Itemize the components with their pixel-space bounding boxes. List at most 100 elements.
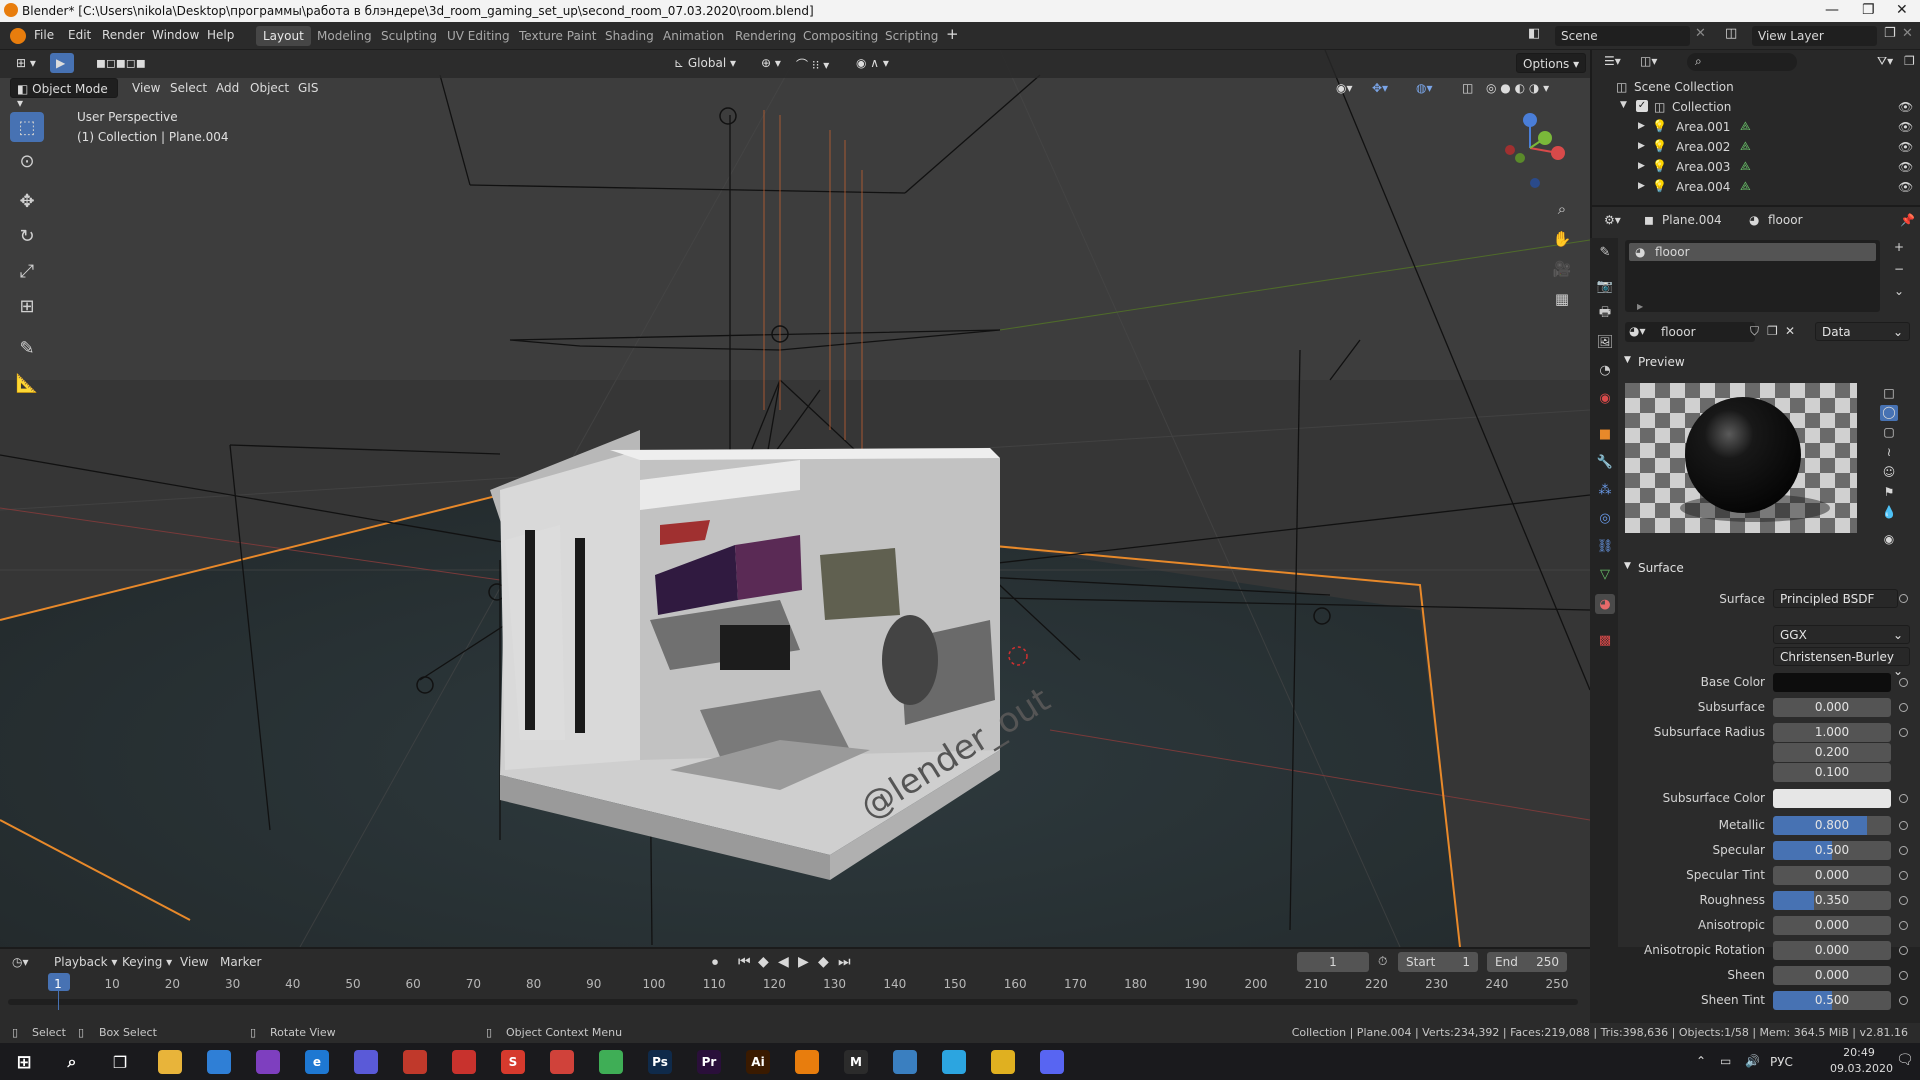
cloth-preview-icon[interactable]: ⚑ [1880,485,1898,501]
editor-type-icon[interactable]: ⊞ ▾ [10,53,42,73]
sphere-preview-icon[interactable]: ◯ [1880,405,1898,421]
tab-layout[interactable]: Layout [256,26,311,46]
perspective-toggle-icon[interactable]: ▦ [1549,286,1575,312]
keyframe-dot-icon[interactable] [1899,728,1908,737]
premiere-icon[interactable]: Pr [697,1050,721,1074]
tab-scripting[interactable]: Scripting [878,26,945,46]
eye-icon[interactable]: 👁 [1898,120,1913,134]
menu-playback[interactable]: Playback ▾ [54,955,117,969]
remove-slot-icon[interactable]: − [1894,262,1904,276]
gizmo-toggle-icon[interactable]: ✥▾ [1366,78,1394,98]
physics-tab-icon[interactable]: ◎ [1595,508,1615,528]
maximize-icon[interactable]: ❐ [1862,2,1875,18]
notifications-icon[interactable]: 🗨 [1896,1052,1914,1068]
keyframe-dot-icon[interactable] [1899,871,1908,880]
clock-time[interactable]: 20:49 [1830,1046,1888,1059]
expand-icon[interactable]: ▶ [1637,302,1643,311]
material-slot-list[interactable]: ◕ flooor ▶ [1625,240,1880,312]
slot-menu-icon[interactable]: ⌄ [1894,284,1904,298]
particles-tab-icon[interactable]: ⁂ [1595,480,1615,500]
task-view-icon[interactable]: ❐ [108,1050,132,1074]
new-collection-icon[interactable]: ❐ [1904,54,1915,68]
collapse-icon[interactable]: ▼ [1624,355,1631,365]
sketchup-icon[interactable]: S [501,1050,525,1074]
windows-start-icon[interactable]: ⊞ [12,1050,36,1074]
game-app-icon[interactable] [354,1050,378,1074]
menu-marker[interactable]: Marker [220,955,261,969]
view-layer-field[interactable]: View Layer [1752,26,1877,46]
keyframe-dot-icon[interactable] [1899,678,1908,687]
play-reverse-icon[interactable]: ◀ [778,954,789,970]
edge-icon[interactable]: e [305,1050,329,1074]
jump-end-icon[interactable]: ⏭ [838,954,851,970]
monkey-preview-icon[interactable]: ☺ [1880,465,1898,481]
discord-icon[interactable] [1040,1050,1064,1074]
expand-icon[interactable]: ▶ [1638,181,1645,191]
menu-select[interactable]: Select [164,78,213,98]
expand-icon[interactable]: ▶ [1638,161,1645,171]
anisotropic-field[interactable]: 0.000 [1773,916,1891,935]
list-item[interactable]: ▶ 💡 Area.003 ⟁ 👁 [1592,158,1920,178]
material-datablock-field[interactable]: ◕▾ flooor [1625,322,1755,342]
blender-menu-icon[interactable] [10,28,26,44]
minimize-icon[interactable]: — [1825,2,1839,18]
menu-add[interactable]: Add [210,78,245,98]
timeline-editor-icon[interactable]: ◷▾ [12,955,29,969]
record-icon[interactable]: ⏺ [712,955,718,970]
photoshop-icon[interactable]: Ps [648,1050,672,1074]
keyframe-dot-icon[interactable] [1899,594,1908,603]
options-button[interactable]: Options ▾ [1516,53,1587,73]
select-box-modes-icon[interactable]: ◼◻◼◻◼ [90,53,180,73]
current-frame-field[interactable]: 1 [1297,952,1369,972]
cube-preview-icon[interactable]: ▢ [1880,425,1898,441]
list-item[interactable]: ▶ 💡 Area.002 ⟁ 👁 [1592,138,1920,158]
unlink-material-icon[interactable]: ✕ [1785,324,1795,338]
eye-icon[interactable]: 👁 [1898,100,1913,114]
play-icon[interactable]: ▶ [798,954,809,970]
expand-icon[interactable]: ▶ [1638,141,1645,151]
list-item[interactable]: ▶ 💡 Area.004 ⟁ 👁 [1592,178,1920,198]
next-keyframe-icon[interactable]: ◆ [818,954,829,970]
view-layer-tab-icon[interactable]: 🖼 [1595,332,1615,352]
keyframe-dot-icon[interactable] [1899,703,1908,712]
expand-icon[interactable]: ▶ [1638,121,1645,131]
specular-tint-field[interactable]: 0.000 [1773,866,1891,885]
red-app-icon[interactable] [403,1050,427,1074]
display-mode-icon[interactable]: ◫▾ [1640,54,1657,68]
modifier-tab-icon[interactable]: 🔧 [1595,452,1615,472]
eye-icon[interactable]: 👁 [1898,160,1913,174]
output-tab-icon[interactable]: 🖶 [1595,304,1615,324]
language-indicator[interactable]: РУС [1770,1055,1793,1069]
keyframe-dot-icon[interactable] [1899,846,1908,855]
pivot-icon[interactable]: ⊕ ▾ [755,53,787,73]
object-mode-dropdown[interactable]: ◧ Object Mode ▾ [10,78,118,110]
distribution-dropdown[interactable]: GGX ⌄ [1773,625,1910,644]
list-item[interactable]: ▶ 💡 Area.001 ⟁ 👁 [1592,118,1920,138]
overlays-icon[interactable]: ◍▾ [1410,78,1439,98]
remote-app-icon[interactable] [893,1050,917,1074]
material-browse-icon[interactable]: ◕▾ [1629,324,1646,338]
file-explorer-icon[interactable] [158,1050,182,1074]
constraints-tab-icon[interactable]: ⛓ [1595,536,1615,556]
scale-tool-icon[interactable]: ⤢ [10,256,44,286]
red-circle-app-icon[interactable] [550,1050,574,1074]
surface-section-header[interactable]: ▼ Surface [1620,558,1918,580]
properties-editor-icon[interactable]: ⚙▾ [1604,213,1621,227]
m-app-icon[interactable]: M [844,1050,868,1074]
proportional-edit-icon[interactable]: ◉ ∧ ▾ [850,53,895,73]
timeline-scrollbar[interactable] [8,999,1578,1005]
snap-icon[interactable]: ⌒ ⁝⁝ ▾ [790,53,835,73]
tab-shading[interactable]: Shading [598,26,661,46]
menu-render[interactable]: Render [102,28,145,42]
menu-help[interactable]: Help [207,28,234,42]
menu-gis[interactable]: GIS [292,78,324,98]
sheen-tint-field[interactable]: 0.500 [1773,991,1891,1010]
annotate-tool-icon[interactable]: ✎ [10,333,44,363]
keyframe-dot-icon[interactable] [1899,921,1908,930]
flat-preview-icon[interactable]: □ [1880,386,1898,402]
outliner-search-input[interactable]: ⌕ [1687,53,1797,71]
menu-object[interactable]: Object [244,78,295,98]
close-icon[interactable]: ✕ [1896,2,1908,18]
navigation-gizmo[interactable] [1490,108,1570,188]
visibility-icon[interactable]: ◉▾ [1330,78,1359,98]
